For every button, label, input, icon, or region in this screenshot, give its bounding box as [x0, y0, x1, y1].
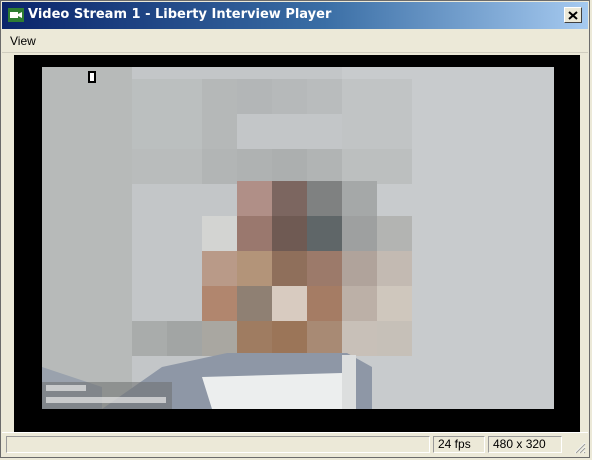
- player-window: Video Stream 1 - Liberty Interview Playe…: [0, 0, 590, 458]
- recording-indicator-icon: [88, 71, 96, 83]
- camera-icon: [8, 8, 24, 22]
- video-area[interactable]: [14, 55, 580, 435]
- close-icon: [568, 10, 578, 20]
- close-button[interactable]: [564, 7, 582, 23]
- pixelated-frame-graphic: [42, 67, 554, 409]
- resolution-indicator: 480 x 320: [488, 436, 562, 453]
- menu-view[interactable]: View: [10, 34, 36, 48]
- status-message: [6, 436, 430, 453]
- resize-grip-icon[interactable]: [572, 440, 586, 454]
- video-frame: [42, 67, 554, 409]
- menu-bar: View: [2, 30, 588, 53]
- status-bar: 24 fps 480 x 320: [2, 432, 588, 456]
- title-bar[interactable]: Video Stream 1 - Liberty Interview Playe…: [2, 2, 588, 29]
- window-title: Video Stream 1 - Liberty Interview Playe…: [28, 7, 332, 22]
- fps-indicator: 24 fps: [433, 436, 485, 453]
